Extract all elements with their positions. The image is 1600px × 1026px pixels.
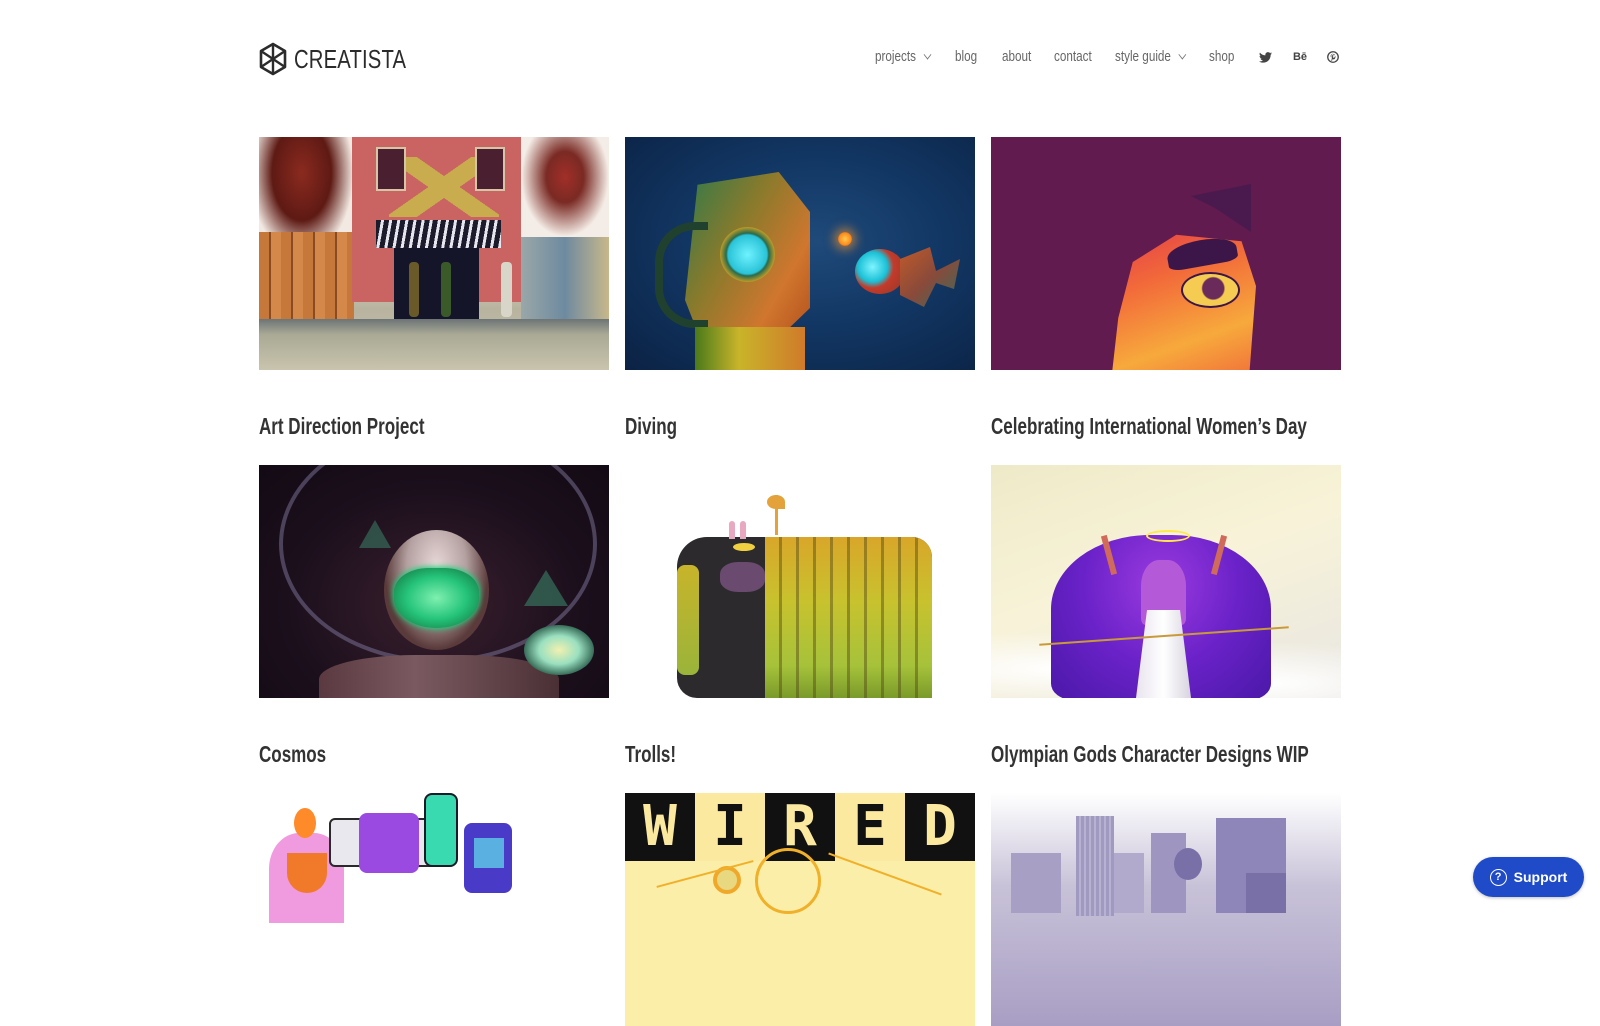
pinterest-link[interactable] xyxy=(1324,48,1342,66)
nav-item-about[interactable]: about xyxy=(1002,48,1031,65)
hexagon-logo-icon xyxy=(259,42,287,76)
chevron-down-icon xyxy=(1178,49,1186,60)
question-circle-icon: ? xyxy=(1489,868,1507,886)
behance-icon: Bē xyxy=(1292,51,1308,63)
twitter-link[interactable] xyxy=(1256,48,1274,66)
project-thumbnail-olympian-gods[interactable] xyxy=(991,465,1341,698)
project-thumbnail-wired[interactable]: W I R E D xyxy=(625,793,975,1026)
nav-label: projects xyxy=(875,48,916,65)
project-title[interactable]: Art Direction Project xyxy=(259,413,425,440)
project-card[interactable]: Celebrating International Women’s Day xyxy=(991,137,1341,439)
chevron-down-icon xyxy=(923,49,932,60)
project-title[interactable]: Diving xyxy=(625,413,677,440)
project-title[interactable]: Cosmos xyxy=(259,741,326,768)
main-nav: projects blog about contact style guide … xyxy=(875,48,1341,70)
project-title[interactable]: Olympian Gods Character Designs WIP xyxy=(991,741,1309,768)
nav-label: contact xyxy=(1054,48,1092,65)
project-thumbnail-diving[interactable] xyxy=(625,137,975,370)
nav-label: shop xyxy=(1209,48,1235,65)
brand-name: CREATISTA xyxy=(294,43,407,74)
project-title[interactable]: Trolls! xyxy=(625,741,676,768)
pinterest-icon xyxy=(1327,51,1339,63)
nav-item-contact[interactable]: contact xyxy=(1054,48,1092,65)
wired-letter: E xyxy=(835,793,905,861)
nav-label: style guide xyxy=(1115,48,1171,65)
support-label: Support xyxy=(1513,869,1568,885)
nav-label: blog xyxy=(955,48,978,65)
project-thumbnail-art-direction[interactable] xyxy=(259,137,609,370)
wired-letter: W xyxy=(625,793,695,861)
wired-letter: D xyxy=(905,793,975,861)
project-card[interactable]: Olympian Gods Character Designs WIP xyxy=(991,465,1341,767)
nav-label: about xyxy=(1002,48,1032,65)
project-card[interactable]: W I R E D xyxy=(625,793,975,1026)
project-title[interactable]: Celebrating International Women’s Day xyxy=(991,413,1307,440)
project-thumbnail-womens-day[interactable] xyxy=(991,137,1341,370)
support-button[interactable]: ? Support xyxy=(1473,857,1584,897)
project-card[interactable] xyxy=(259,793,609,1026)
nav-item-projects[interactable]: projects xyxy=(875,48,932,65)
behance-link[interactable]: Bē xyxy=(1289,48,1311,66)
project-thumbnail-trolls[interactable] xyxy=(625,465,975,698)
project-card[interactable]: Art Direction Project xyxy=(259,137,609,439)
twitter-icon xyxy=(1258,51,1272,63)
project-card[interactable]: Trolls! xyxy=(625,465,975,767)
wired-letter: I xyxy=(695,793,765,861)
project-thumbnail-cosmos[interactable] xyxy=(259,465,609,698)
project-card[interactable]: Diving xyxy=(625,137,975,439)
project-thumbnail-city-skyline[interactable] xyxy=(991,793,1341,1026)
project-card[interactable] xyxy=(991,793,1341,1026)
site-logo[interactable]: CREATISTA xyxy=(259,42,438,76)
project-card[interactable]: Cosmos xyxy=(259,465,609,767)
nav-item-style-guide[interactable]: style guide xyxy=(1115,48,1186,65)
site-header: CREATISTA projects blog about contact st… xyxy=(259,40,1341,78)
nav-item-blog[interactable]: blog xyxy=(955,48,977,65)
project-thumbnail-monster-band[interactable] xyxy=(259,793,609,1026)
nav-item-shop[interactable]: shop xyxy=(1209,48,1234,65)
